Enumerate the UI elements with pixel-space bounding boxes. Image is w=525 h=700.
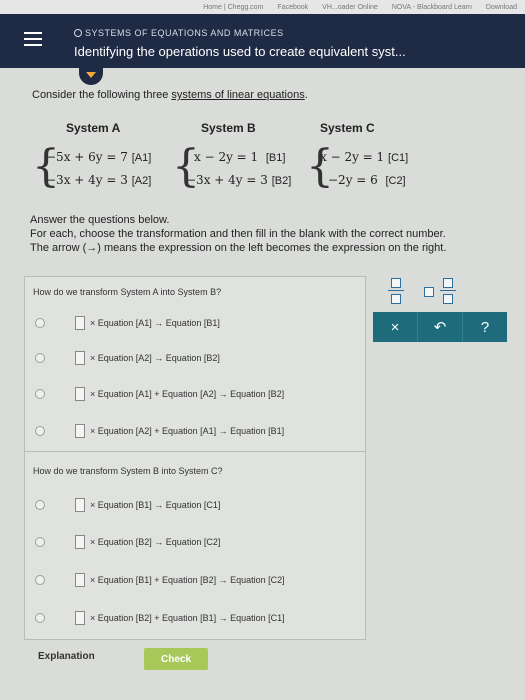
clear-button[interactable]: ×	[373, 312, 418, 342]
radio-button[interactable]	[35, 500, 45, 510]
system-c-label: System C	[320, 121, 375, 135]
number-blank[interactable]	[75, 573, 85, 587]
number-blank[interactable]	[75, 611, 85, 625]
q2-option-4[interactable]: × Equation [B2] + Equation [B1] → Equati…	[35, 609, 285, 627]
fraction-tool-icon[interactable]	[384, 276, 410, 306]
system-a-label: System A	[66, 121, 121, 135]
topic-text: SYSTEMS OF EQUATIONS AND MATRICES	[85, 28, 284, 38]
undo-button[interactable]: ↶	[418, 312, 463, 342]
topic-circle-icon	[74, 29, 82, 37]
q2-option-3[interactable]: × Equation [B1] + Equation [B2] → Equati…	[35, 571, 285, 589]
bookmark-blackboard[interactable]: NOVA - Blackboard Learn	[392, 4, 472, 11]
system-b-label: System B	[201, 121, 256, 135]
number-blank[interactable]	[75, 387, 85, 401]
whole-number-box-icon[interactable]	[424, 287, 434, 297]
q1-option-2[interactable]: × Equation [A2] → Equation [B2]	[35, 349, 220, 367]
arrow-icon: →	[86, 242, 98, 254]
instructions-line-1: Answer the questions below.	[30, 214, 170, 226]
bookmark-facebook[interactable]: Facebook	[277, 4, 308, 11]
topic-label: SYSTEMS OF EQUATIONS AND MATRICES	[74, 28, 284, 38]
help-button[interactable]: ?	[463, 312, 507, 342]
radio-button[interactable]	[35, 389, 45, 399]
equation-c1: x − 2y = 1 [C1]	[320, 150, 409, 164]
radio-button[interactable]	[35, 575, 45, 585]
instructions-line-2: For each, choose the transformation and …	[30, 228, 446, 240]
explanation-button[interactable]: Explanation	[38, 651, 95, 662]
number-blank[interactable]	[75, 351, 85, 365]
bookmark-chegg[interactable]: Home | Chegg.com	[203, 4, 263, 11]
bookmark-download[interactable]: Download	[486, 4, 517, 11]
q2-option-2[interactable]: × Equation [B2] → Equation [C2]	[35, 533, 220, 551]
question-1-prompt: How do we transform System A into System…	[33, 287, 222, 297]
keypad: × ↶ ?	[373, 312, 507, 342]
equation-a2: −3x + 4y = 3 [A2]	[46, 173, 152, 187]
q1-option-3[interactable]: × Equation [A1] + Equation [A2] → Equati…	[35, 385, 284, 403]
radio-button[interactable]	[35, 353, 45, 363]
number-blank[interactable]	[75, 316, 85, 330]
bookmark-downloader[interactable]: VH...oader Online	[322, 4, 378, 11]
q2-option-1[interactable]: × Equation [B1] → Equation [C1]	[35, 496, 220, 514]
menu-icon[interactable]	[24, 32, 42, 46]
instructions-line-3: The arrow (→) means the expression on th…	[30, 242, 447, 254]
mixed-number-tool-icon[interactable]	[436, 276, 462, 306]
number-blank[interactable]	[75, 424, 85, 438]
equation-b2: −3x + 4y = 3 [B2]	[186, 173, 292, 187]
page-title: Identifying the operations used to creat…	[74, 44, 406, 59]
divider	[25, 451, 365, 452]
footer-bar: Explanation Check	[24, 640, 366, 674]
number-blank[interactable]	[75, 498, 85, 512]
radio-button[interactable]	[35, 426, 45, 436]
bookmarks-bar: Home | Chegg.com Facebook VH...oader Onl…	[0, 0, 525, 14]
equation-b1: x − 2y = 1 [B1]	[194, 150, 286, 164]
intro-text: Consider the following three systems of …	[32, 89, 308, 101]
answer-panel: How do we transform System A into System…	[24, 276, 366, 640]
q1-option-4[interactable]: × Equation [A2] + Equation [A1] → Equati…	[35, 422, 284, 440]
check-button[interactable]: Check	[144, 648, 208, 670]
radio-button[interactable]	[35, 537, 45, 547]
instructions: Answer the questions below. For each, ch…	[30, 213, 446, 255]
systems-link[interactable]: systems of linear equations	[171, 89, 304, 101]
equation-a1: −5x + 6y = 7 [A1]	[46, 150, 152, 164]
top-header: SYSTEMS OF EQUATIONS AND MATRICES Identi…	[0, 14, 525, 68]
collapse-toggle-button[interactable]	[79, 68, 103, 85]
intro-prefix: Consider the following three	[32, 89, 172, 101]
question-2-prompt: How do we transform System B into System…	[33, 466, 223, 476]
number-blank[interactable]	[75, 535, 85, 549]
intro-suffix: .	[304, 89, 308, 101]
radio-button[interactable]	[35, 318, 45, 328]
q1-option-1[interactable]: × Equation [A1] → Equation [B1]	[35, 314, 220, 332]
radio-button[interactable]	[35, 613, 45, 623]
equation-c2: −2y = 6 [C2]	[328, 173, 406, 187]
